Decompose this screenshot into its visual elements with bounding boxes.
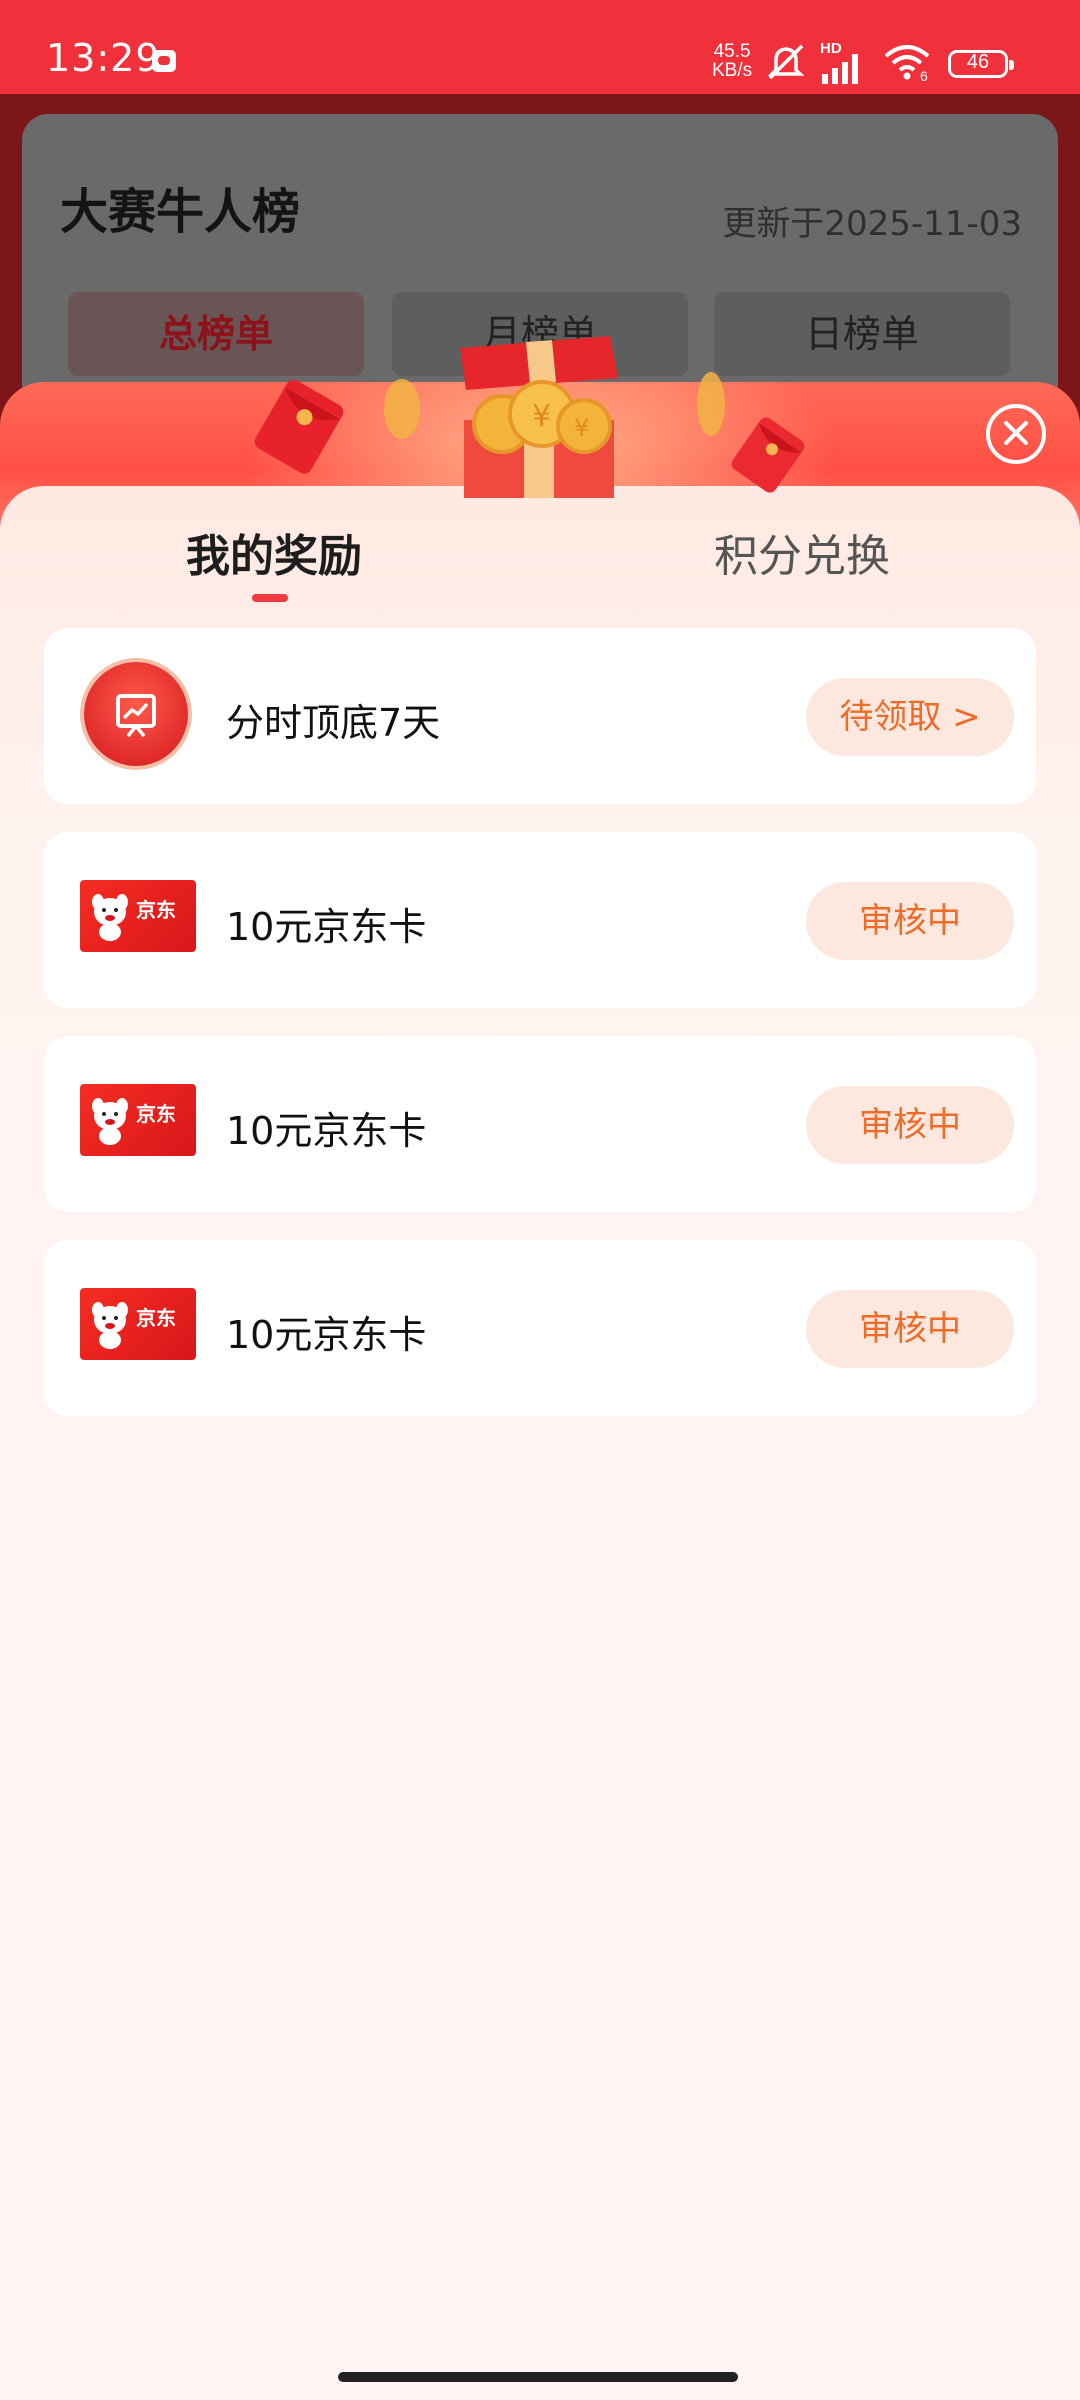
- reward-item: 京东 10元京东卡 审核中: [44, 832, 1036, 1008]
- jd-card-icon: 京东: [80, 1084, 196, 1156]
- gift-box-icon: ¥ ¥: [460, 336, 618, 498]
- close-button[interactable]: [986, 404, 1046, 464]
- chart-icon: [84, 662, 188, 766]
- battery-icon: 46: [948, 50, 1014, 78]
- jd-mascot-icon: [92, 894, 128, 941]
- jd-logo-text: 京东: [136, 1102, 176, 1126]
- reviewing-status-button[interactable]: 审核中: [806, 882, 1014, 960]
- reward-name: 10元京东卡: [226, 905, 427, 949]
- reward-item: 分时顶底7天 待领取 >: [44, 628, 1036, 804]
- reward-name: 10元京东卡: [226, 1109, 427, 1153]
- red-envelope-left-icon: [254, 379, 344, 474]
- battery-level: 46: [966, 51, 990, 73]
- mute-bell-icon: [767, 44, 805, 80]
- coin-right-icon: [697, 372, 725, 436]
- tab-my-rewards[interactable]: 我的奖励: [186, 520, 362, 584]
- svg-text:¥: ¥: [532, 399, 551, 434]
- jd-mascot-icon: [92, 1098, 128, 1145]
- reward-item: 京东 10元京东卡 审核中: [44, 1036, 1036, 1212]
- tab-daily[interactable]: 日榜单: [714, 292, 1010, 376]
- signal-icon: [822, 54, 858, 84]
- home-indicator[interactable]: [338, 2372, 738, 2382]
- reward-item: 京东 10元京东卡 审核中: [44, 1240, 1036, 1416]
- network-speed-unit: KB/s: [712, 60, 753, 81]
- reward-name: 10元京东卡: [226, 1313, 427, 1357]
- active-tab-indicator: [252, 594, 288, 602]
- claim-button[interactable]: 待领取 >: [806, 678, 1014, 756]
- reviewing-status-button[interactable]: 审核中: [806, 1086, 1014, 1164]
- wifi-sub-label: 6: [920, 68, 928, 84]
- reward-name: 分时顶底7天: [226, 701, 441, 745]
- leaderboard-title: 大赛牛人榜: [60, 184, 301, 240]
- jd-mascot-icon: [92, 1302, 128, 1349]
- tab-points-exchange[interactable]: 积分兑换: [714, 520, 890, 584]
- jd-card-icon: 京东: [80, 1288, 196, 1360]
- status-bar: 13:29 45.5 KB/s HD 6 46: [0, 0, 1080, 94]
- status-time: 13:29: [46, 36, 161, 80]
- message-notification-icon: [152, 50, 176, 72]
- trend-chart-icon: [116, 694, 156, 738]
- update-date: 更新于2025-11-03: [722, 204, 1022, 244]
- svg-text:¥: ¥: [574, 414, 589, 442]
- jd-logo-text: 京东: [136, 898, 176, 922]
- coin-left-icon: [384, 379, 420, 439]
- reviewing-status-button[interactable]: 审核中: [806, 1290, 1014, 1368]
- network-speed-value: 45.5: [713, 41, 751, 62]
- tab-total[interactable]: 总榜单: [68, 292, 364, 376]
- jd-logo-text: 京东: [136, 1306, 176, 1330]
- jd-card-icon: 京东: [80, 880, 196, 952]
- network-speed: 45.5 KB/s: [712, 42, 752, 80]
